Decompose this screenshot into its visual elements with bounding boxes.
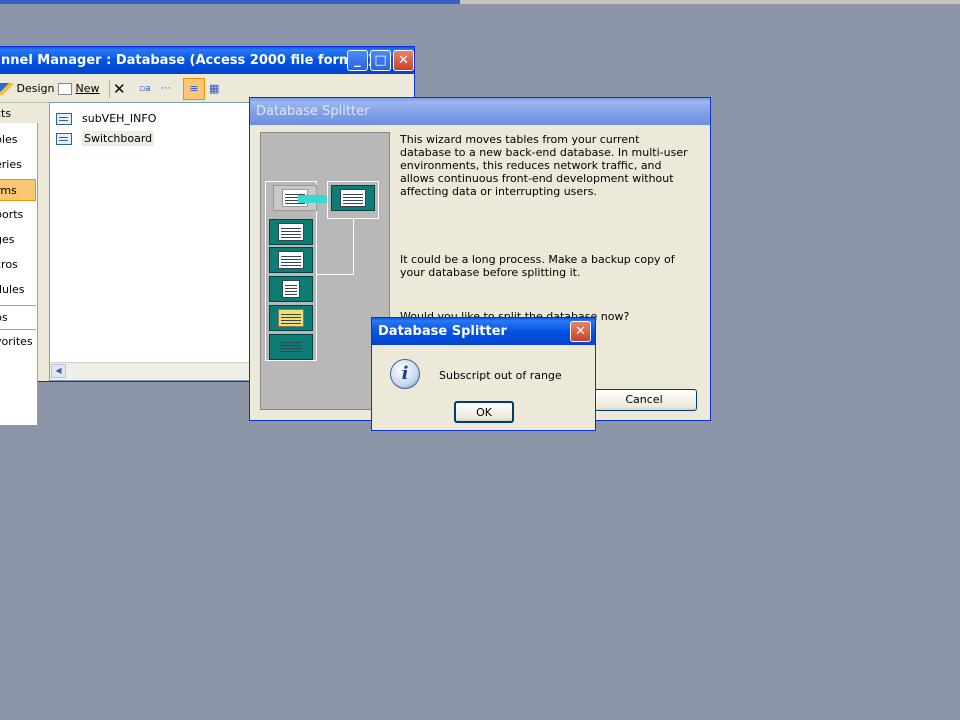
objects-header: cts — [0, 107, 12, 120]
error-dialog-title: Database Splitter — [378, 324, 507, 339]
objects-modules[interactable]: dules — [0, 279, 36, 301]
taskbar-strip — [0, 0, 960, 4]
database-window-titlebar[interactable]: nnel Manager : Database (Access 2000 fil… — [0, 47, 414, 74]
objects-macros[interactable]: cros — [0, 254, 36, 276]
design-button[interactable]: Design — [0, 80, 54, 98]
objects-forms[interactable]: rms — [0, 179, 36, 201]
wizard-warning: It could be a long process. Make a backu… — [400, 253, 675, 279]
error-dialog-titlebar[interactable]: Database Splitter ✕ — [372, 318, 595, 345]
splitter-titlebar[interactable]: Database Splitter — [250, 98, 710, 125]
horizontal-scrollbar[interactable]: ◀ — [50, 362, 253, 380]
large-icons-icon[interactable]: ▫a — [139, 80, 151, 98]
table-icon — [331, 185, 375, 211]
split-arrow-icon — [298, 195, 328, 203]
info-icon: i — [390, 359, 420, 389]
new-button[interactable]: New — [58, 80, 100, 98]
link-line — [317, 274, 354, 275]
cancel-button[interactable]: Cancel — [591, 389, 697, 411]
favorites-divider — [0, 329, 36, 330]
link-line — [353, 219, 354, 275]
objects-reports[interactable]: ports — [0, 204, 36, 226]
form-icon — [56, 113, 72, 125]
groups-header[interactable]: ps — [0, 307, 36, 329]
form-icon — [269, 247, 313, 273]
close-button[interactable]: ✕ — [570, 321, 591, 342]
form-icon — [56, 133, 72, 145]
objects-tables[interactable]: bles — [0, 129, 36, 151]
macro-icon — [269, 305, 313, 331]
groups-divider — [0, 305, 36, 306]
report-icon — [269, 276, 313, 302]
close-button[interactable]: ✕ — [393, 50, 414, 71]
ok-button[interactable]: OK — [454, 401, 514, 423]
objects-list: subVEH_INFO Switchboard ◀ — [49, 102, 254, 381]
objects-pages[interactable]: ges — [0, 229, 36, 251]
design-icon — [0, 83, 13, 95]
list-item[interactable]: Switchboard — [56, 130, 155, 148]
details-view-icon[interactable]: ▦ — [209, 80, 219, 98]
maximize-button[interactable]: □ — [370, 50, 391, 71]
scroll-left-icon[interactable]: ◀ — [51, 364, 66, 378]
list-item[interactable]: subVEH_INFO — [56, 110, 156, 128]
toolbar-separator — [109, 80, 110, 98]
objects-queries[interactable]: eries — [0, 154, 36, 176]
active-strip — [0, 0, 460, 4]
list-view-icon[interactable]: ≡ — [183, 78, 205, 100]
groups-favorites[interactable]: vorites — [0, 331, 36, 353]
new-icon — [58, 83, 72, 95]
splitter-title: Database Splitter — [256, 104, 370, 119]
query-icon — [269, 219, 313, 245]
error-dialog: Database Splitter ✕ i Subscript out of r… — [371, 317, 596, 431]
small-icons-icon[interactable]: ⋯ — [161, 80, 171, 98]
objects-bar: bles eries rms ports ges cros dules ps v… — [0, 123, 38, 425]
module-icon — [269, 334, 313, 360]
database-window-title: nnel Manager : Database (Access 2000 fil… — [1, 53, 374, 68]
wizard-intro: This wizard moves tables from your curre… — [400, 133, 688, 198]
error-message: Subscript out of range — [439, 369, 562, 382]
delete-icon[interactable]: ✕ — [113, 80, 126, 98]
minimize-button[interactable]: _ — [347, 50, 368, 71]
